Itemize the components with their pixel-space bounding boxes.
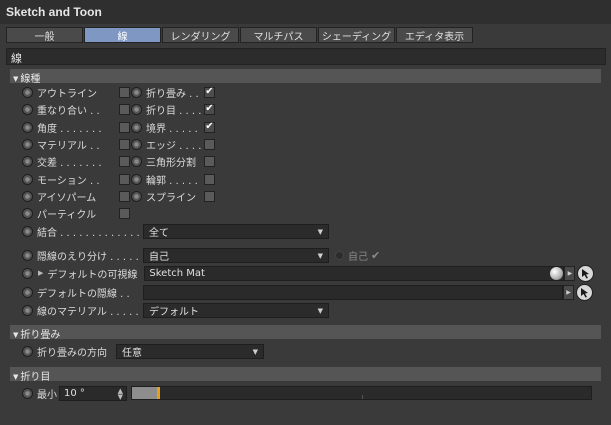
edge-checkbox[interactable] xyxy=(204,138,215,150)
outline-checkbox[interactable] xyxy=(119,86,130,98)
fold-direction-row: 折り畳みの方向 任意 ▼ xyxy=(22,343,264,359)
dropdown-arrow-icon: ▼ xyxy=(252,347,258,356)
border-checkbox[interactable]: ✔ xyxy=(204,121,215,133)
group-header-fold[interactable]: ▼ 折り畳み xyxy=(10,325,601,341)
contour-checkbox[interactable] xyxy=(204,173,215,185)
fold-checkbox[interactable]: ✔ xyxy=(204,86,215,98)
collapse-triangle-icon: ▼ xyxy=(13,331,19,339)
animation-radio-icon[interactable] xyxy=(131,121,142,133)
line-type-material: マテリアル . . xyxy=(22,136,130,152)
collapse-triangle-icon: ▼ xyxy=(13,75,19,83)
line-material-dropdown[interactable]: デフォルト ▼ xyxy=(143,302,329,318)
hidden-select-row: 隠線のえり分け . . . . . 自己 ▼ 自己 ✔ xyxy=(22,247,380,263)
animation-radio-icon[interactable] xyxy=(22,286,33,298)
stepper-arrows-icon[interactable]: ▲ ▼ xyxy=(118,387,123,400)
animation-radio-icon[interactable] xyxy=(22,249,33,261)
animation-radio-icon[interactable] xyxy=(22,267,33,279)
hidden-select-dropdown[interactable]: 自己 ▼ xyxy=(143,247,329,263)
line-type-triangulation: 三角形分割 xyxy=(131,153,215,169)
line-type-outline: アウトライン xyxy=(22,84,130,100)
line-type-angle: 角度 . . . . . . . xyxy=(22,119,130,135)
animation-radio-icon[interactable] xyxy=(131,103,142,115)
animation-radio-icon[interactable] xyxy=(131,138,142,150)
slider-fill xyxy=(132,387,157,399)
crease-min-input[interactable]: 10 ° ▲ ▼ xyxy=(59,385,127,401)
line-type-spline: スプライン xyxy=(131,188,215,204)
particle-checkbox[interactable] xyxy=(119,207,130,219)
material-ball-icon xyxy=(550,266,564,280)
dropdown-arrow-icon: ▼ xyxy=(317,251,323,260)
animation-radio-icon[interactable] xyxy=(22,173,33,185)
dropdown-arrow-icon: ▼ xyxy=(317,306,323,315)
tab-lines[interactable]: 線 xyxy=(84,27,161,43)
animation-radio-icon[interactable] xyxy=(131,155,142,167)
default-hidden-material-field[interactable] xyxy=(143,284,563,300)
triangulation-checkbox[interactable] xyxy=(204,155,215,167)
tab-shading[interactable]: シェーディング xyxy=(318,27,395,43)
line-type-crease: 折り目 . . . . ✔ xyxy=(131,101,215,117)
crease-checkbox[interactable]: ✔ xyxy=(204,103,215,115)
animation-radio-icon[interactable] xyxy=(22,121,33,133)
animation-radio-icon[interactable] xyxy=(131,86,142,98)
link-menu-arrow-icon[interactable]: ▶ xyxy=(563,284,574,300)
intersection-checkbox[interactable] xyxy=(119,155,130,167)
default-hidden-row: デフォルトの隠線 . . ▶ xyxy=(22,283,593,301)
animation-radio-icon[interactable] xyxy=(22,387,33,399)
group-header-crease[interactable]: ▼ 折り目 xyxy=(10,367,601,383)
animation-radio-icon[interactable] xyxy=(22,225,33,237)
tab-general[interactable]: 一般 xyxy=(6,27,83,43)
isoparm-checkbox[interactable] xyxy=(119,190,130,202)
line-type-fold: 折り畳み . . ✔ xyxy=(131,84,215,100)
line-type-motion: モーション . . xyxy=(22,171,130,187)
group-header-line-types[interactable]: ▼ 線種 xyxy=(10,69,601,85)
arrow-cursor-icon[interactable] xyxy=(576,283,593,301)
panel-title: 線 xyxy=(6,48,606,65)
line-type-particle: パーティクル xyxy=(22,205,130,221)
slider-knob[interactable] xyxy=(157,387,160,399)
motion-checkbox[interactable] xyxy=(119,173,130,185)
slider-tick xyxy=(362,395,363,399)
arrow-cursor-icon[interactable] xyxy=(577,264,595,282)
self-checkbox[interactable]: ✔ xyxy=(371,249,380,262)
line-type-contour: 輪郭 . . . . . xyxy=(131,171,215,187)
animation-radio-icon[interactable] xyxy=(22,86,33,98)
overlap-checkbox[interactable] xyxy=(119,103,130,115)
animation-radio-icon[interactable] xyxy=(22,155,33,167)
tab-bar: 一般 線 レンダリング マルチパス シェーディング エディタ表示 xyxy=(6,27,474,43)
line-type-intersection: 交差 . . . . . . . xyxy=(22,153,130,169)
animation-radio-icon[interactable] xyxy=(22,190,33,202)
animation-radio-icon[interactable] xyxy=(22,138,33,150)
link-menu-arrow-icon[interactable]: ▶ xyxy=(564,265,576,281)
animation-radio-icon[interactable] xyxy=(22,345,33,357)
expand-triangle-icon[interactable]: ▶ xyxy=(38,269,43,277)
tab-multipass[interactable]: マルチパス xyxy=(240,27,317,43)
window-title: Sketch and Toon xyxy=(0,0,611,24)
crease-min-slider[interactable] xyxy=(131,386,592,400)
combine-row: 結合 . . . . . . . . . . . . . . 全て ▼ xyxy=(22,223,329,239)
tab-editor-display[interactable]: エディタ表示 xyxy=(396,27,473,43)
animation-radio-icon[interactable] xyxy=(22,304,33,316)
line-type-isoparm: アイソパーム xyxy=(22,188,130,204)
tab-rendering[interactable]: レンダリング xyxy=(162,27,239,43)
material-checkbox[interactable] xyxy=(119,138,130,150)
line-type-overlap: 重なり合い . . xyxy=(22,101,130,117)
dropdown-arrow-icon: ▼ xyxy=(317,227,323,236)
default-visible-row: ▶ デフォルトの可視線 Sketch Mat ▶ xyxy=(22,264,595,282)
line-type-edge: エッジ . . . . xyxy=(131,136,215,152)
crease-min-row: 最小 10 ° ▲ ▼ xyxy=(22,385,127,401)
combine-dropdown[interactable]: 全て ▼ xyxy=(143,223,329,239)
spline-checkbox[interactable] xyxy=(204,190,215,202)
line-type-border: 境界 . . . . . ✔ xyxy=(131,119,215,135)
fold-direction-dropdown[interactable]: 任意 ▼ xyxy=(116,343,264,359)
self-radio-icon[interactable] xyxy=(335,250,344,260)
animation-radio-icon[interactable] xyxy=(22,103,33,115)
default-visible-material-field[interactable]: Sketch Mat xyxy=(144,265,565,281)
animation-radio-icon[interactable] xyxy=(131,190,142,202)
animation-radio-icon[interactable] xyxy=(131,173,142,185)
animation-radio-icon[interactable] xyxy=(22,207,33,219)
angle-checkbox[interactable] xyxy=(119,121,130,133)
collapse-triangle-icon: ▼ xyxy=(13,373,19,381)
line-material-row: 線のマテリアル . . . . . デフォルト ▼ xyxy=(22,302,329,318)
